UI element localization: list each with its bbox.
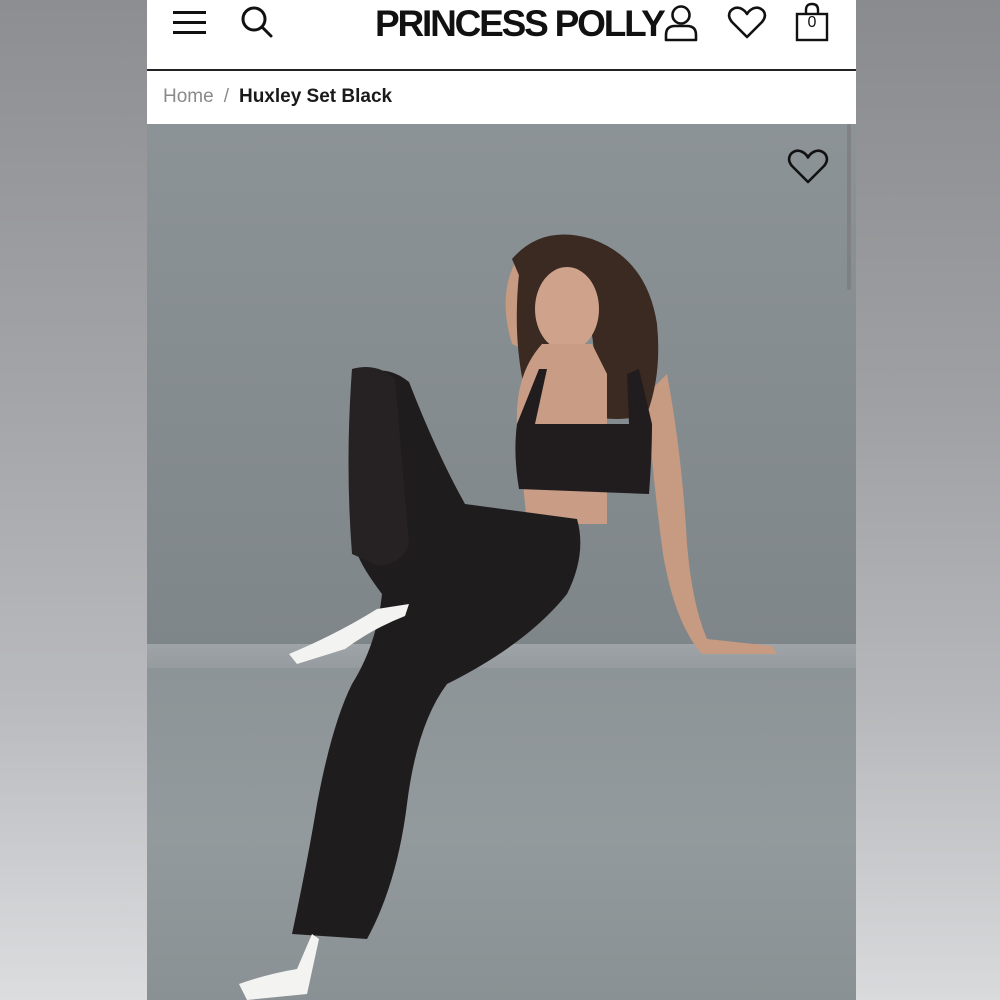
shopping-bag-icon[interactable]: 0 [795, 2, 829, 42]
brand-logo[interactable]: PRINCESS POLLY [375, 2, 666, 46]
breadcrumb-separator: / [223, 86, 229, 107]
blurred-backdrop-left [0, 0, 147, 1000]
user-icon[interactable] [663, 4, 699, 47]
scrollbar[interactable] [847, 124, 851, 290]
heart-outline-icon[interactable] [787, 149, 829, 190]
site-header: PRINCESS POLLY 0 [147, 0, 856, 71]
blurred-backdrop-right [856, 0, 1000, 1000]
breadcrumb-current: Huxley Set Black [238, 86, 393, 107]
product-image[interactable] [147, 124, 856, 1000]
bag-count: 0 [807, 14, 817, 31]
mobile-page: PRINCESS POLLY 0 Home / Huxley Set Black [147, 0, 856, 1000]
breadcrumb-home-link[interactable]: Home [163, 86, 214, 107]
model-figure [239, 234, 777, 1000]
heart-icon[interactable] [727, 6, 767, 45]
breadcrumb: Home / Huxley Set Black [163, 85, 392, 109]
search-icon[interactable] [240, 5, 274, 44]
hamburger-menu-icon[interactable] [172, 10, 208, 41]
